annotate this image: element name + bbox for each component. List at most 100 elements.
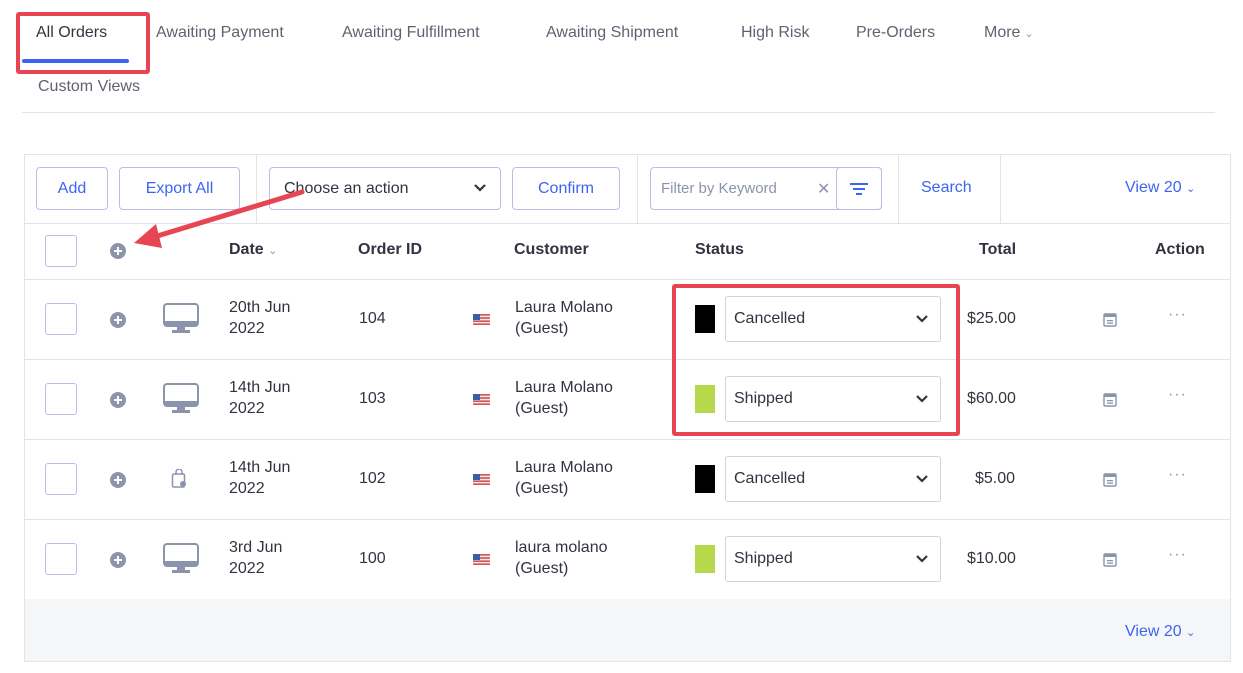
order-id-column-header: Order ID <box>358 241 423 258</box>
action-column-header: Action <box>1155 241 1205 258</box>
order-date-year: 2022 <box>229 560 265 577</box>
chevron-down-icon <box>916 395 928 403</box>
status-value: Cancelled <box>734 310 806 327</box>
filter-button[interactable] <box>836 167 882 210</box>
status-value: Cancelled <box>734 470 806 487</box>
order-date-year: 2022 <box>229 320 265 337</box>
row-checkbox[interactable] <box>45 383 77 415</box>
tab-all-orders[interactable]: All Orders <box>36 24 107 42</box>
expand-row-icon[interactable] <box>110 552 126 568</box>
tab-custom-views[interactable]: Custom Views <box>38 78 140 96</box>
shopping-bag-icon <box>171 469 186 488</box>
customer-name: Laura Molano (Guest) <box>515 457 613 499</box>
order-date: 14th Jun 2022 <box>229 377 290 419</box>
tab-more[interactable]: More ⌄ <box>984 24 1034 42</box>
annotation-arrow-icon <box>134 189 305 248</box>
status-value: Shipped <box>734 390 793 407</box>
clear-icon[interactable]: ✕ <box>817 179 835 199</box>
footer-view-count-label: View 20 <box>1125 623 1182 640</box>
chevron-down-icon: ⌄ <box>1024 28 1034 40</box>
table-row: 20th Jun 2022 104 Laura Molano (Guest) Can… <box>25 279 1230 360</box>
order-date: 20th Jun 2022 <box>229 297 290 339</box>
customer-name: Laura Molano (Guest) <box>515 297 613 339</box>
order-date-year: 2022 <box>229 400 265 417</box>
select-all-checkbox[interactable] <box>45 235 77 267</box>
order-id: 103 <box>359 390 386 407</box>
tab-pre-orders[interactable]: Pre-Orders <box>856 24 935 42</box>
add-button[interactable]: Add <box>36 167 108 210</box>
chevron-down-icon <box>474 184 486 192</box>
order-date-day: 3rd Jun <box>229 539 283 556</box>
expand-row-icon[interactable] <box>110 392 126 408</box>
row-checkbox[interactable] <box>45 303 77 335</box>
us-flag-icon <box>473 314 490 325</box>
customer-name-text: Laura Molano <box>515 459 613 476</box>
customer-name: Laura Molano (Guest) <box>515 377 613 419</box>
customer-column-header: Customer <box>514 241 589 258</box>
table-row: 14th Jun 2022 102 Laura Molano (Guest) Can… <box>25 439 1230 520</box>
monitor-icon <box>163 303 199 333</box>
us-flag-icon <box>473 394 490 405</box>
row-checkbox[interactable] <box>45 463 77 495</box>
calendar-icon <box>1103 553 1117 567</box>
more-actions-icon[interactable]: ··· <box>1168 546 1187 564</box>
order-date: 3rd Jun 2022 <box>229 537 282 579</box>
row-checkbox[interactable] <box>45 543 77 575</box>
table-row: 3rd Jun 2022 100 laura molano (Guest) Ship… <box>25 519 1230 600</box>
customer-name-text: laura molano <box>515 539 608 556</box>
order-date: 14th Jun 2022 <box>229 457 290 499</box>
keyword-filter-input[interactable] <box>661 180 813 197</box>
status-color-swatch <box>695 545 715 573</box>
order-tabs: All Orders Awaiting Payment Awaiting Ful… <box>22 14 1243 114</box>
expand-row-icon[interactable] <box>110 472 126 488</box>
tab-awaiting-shipment[interactable]: Awaiting Shipment <box>546 24 678 42</box>
more-actions-icon[interactable]: ··· <box>1168 386 1187 404</box>
view-count-dropdown[interactable]: View 20 ⌄ <box>1125 179 1195 197</box>
search-link[interactable]: Search <box>921 179 972 197</box>
tab-awaiting-payment[interactable]: Awaiting Payment <box>156 24 284 42</box>
chevron-down-icon: ⌄ <box>1186 627 1196 639</box>
us-flag-icon <box>473 474 490 485</box>
confirm-button[interactable]: Confirm <box>512 167 620 210</box>
customer-type: (Guest) <box>515 400 569 417</box>
order-date-year: 2022 <box>229 480 265 497</box>
tab-awaiting-fulfillment[interactable]: Awaiting Fulfillment <box>342 24 480 42</box>
monitor-icon <box>163 383 199 413</box>
order-total: $5.00 <box>975 470 1016 487</box>
order-date-day: 14th Jun <box>229 379 291 396</box>
calendar-icon <box>1103 473 1117 487</box>
customer-type: (Guest) <box>515 480 569 497</box>
customer-type: (Guest) <box>515 560 569 577</box>
chevron-down-icon <box>916 555 928 563</box>
more-actions-icon[interactable]: ··· <box>1168 306 1187 324</box>
customer-name-text: Laura Molano <box>515 379 613 396</box>
keyword-filter: ✕ <box>650 167 882 210</box>
toolbar-divider <box>898 155 899 223</box>
order-date-day: 20th Jun <box>229 299 291 316</box>
status-color-swatch <box>695 465 715 493</box>
footer-view-count-dropdown[interactable]: View 20 ⌄ <box>1125 623 1195 641</box>
expand-row-icon[interactable] <box>110 312 126 328</box>
order-date-day: 14th Jun <box>229 459 291 476</box>
status-select[interactable]: Cancelled <box>725 296 941 342</box>
monitor-icon <box>163 543 199 573</box>
table-row: 14th Jun 2022 103 Laura Molano (Guest) Shi… <box>25 359 1230 440</box>
status-select[interactable]: Shipped <box>725 376 941 422</box>
status-select[interactable]: Shipped <box>725 536 941 582</box>
more-actions-icon[interactable]: ··· <box>1168 466 1187 484</box>
status-select[interactable]: Cancelled <box>725 456 941 502</box>
status-column-header: Status <box>695 241 744 258</box>
toolbar-divider <box>1000 155 1001 223</box>
order-total: $60.00 <box>967 390 1016 407</box>
customer-name: laura molano (Guest) <box>515 537 608 579</box>
calendar-icon <box>1103 393 1117 407</box>
order-total: $10.00 <box>967 550 1016 567</box>
tabs-divider <box>22 112 1215 113</box>
calendar-icon <box>1103 313 1117 327</box>
chevron-down-icon: ⌄ <box>1186 183 1196 195</box>
tab-high-risk[interactable]: High Risk <box>741 24 809 42</box>
table-footer: View 20 ⌄ <box>25 599 1230 661</box>
total-column-header: Total <box>979 241 1017 258</box>
order-total: $25.00 <box>967 310 1016 327</box>
status-color-swatch <box>695 385 715 413</box>
